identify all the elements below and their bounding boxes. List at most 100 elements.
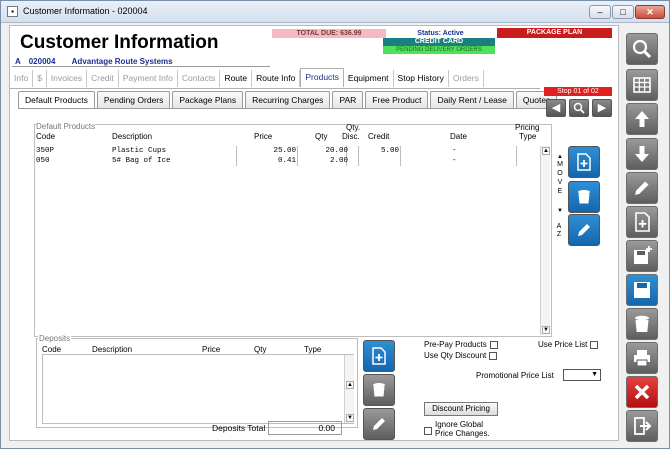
save-button[interactable] <box>626 274 658 306</box>
add-deposit-button[interactable] <box>363 340 395 372</box>
delete-product-button[interactable] <box>568 181 600 213</box>
search-button[interactable] <box>626 33 658 65</box>
use-price-list-checkbox[interactable] <box>590 340 599 349</box>
prepay-checkbox[interactable] <box>489 340 498 349</box>
customer-account: 020004 <box>28 57 56 66</box>
exit-button[interactable] <box>626 410 658 442</box>
sort-az-button[interactable]: AZ <box>554 223 564 239</box>
tab-orders[interactable]: Orders <box>449 70 484 87</box>
status-label: Status: Active <box>417 30 464 37</box>
arrow-left-icon: ◀ <box>551 102 561 114</box>
use-price-list-option[interactable]: Use Price List <box>538 340 599 349</box>
discount-pricing-button[interactable]: Discount Pricing <box>424 402 498 416</box>
subtab-par[interactable]: PAR <box>332 91 364 109</box>
tab-invoices[interactable]: Invoices <box>47 70 88 87</box>
chevron-down-icon: ▼ <box>591 371 598 378</box>
print-icon <box>634 350 650 367</box>
tab-stop-history[interactable]: Stop History <box>394 70 449 87</box>
col-credit: Credit <box>368 132 390 141</box>
subtab-default-products[interactable]: Default Products <box>18 91 95 109</box>
col-price: Price <box>254 132 273 141</box>
find-stop-button[interactable] <box>569 99 589 117</box>
col-date: Date <box>450 132 467 141</box>
products-scrollbar[interactable]: ▲ ▼ <box>540 146 550 335</box>
tab-products[interactable]: Products <box>300 68 344 87</box>
move-down-button[interactable] <box>626 138 658 170</box>
close-icon <box>634 384 650 400</box>
col-qty-disc-top: Qty. <box>346 123 361 132</box>
header-divider <box>12 66 270 67</box>
tab-info[interactable]: Info <box>10 70 34 87</box>
tab-contacts[interactable]: Contacts <box>178 70 221 87</box>
scroll-down-arrow[interactable]: ▼ <box>542 326 550 334</box>
edit-button[interactable] <box>626 172 658 204</box>
grid-view-button[interactable] <box>626 69 658 101</box>
trash-icon <box>578 190 590 204</box>
stop-indicator: Stop 01 of 02 <box>544 87 612 96</box>
new-document-icon <box>372 347 386 365</box>
edit-deposit-button[interactable] <box>363 408 395 440</box>
tab-route-info[interactable]: Route Info <box>252 70 301 87</box>
deposits-scrollbar[interactable]: ▲ ▼ <box>344 355 354 423</box>
subtab-pending-orders[interactable]: Pending Orders <box>96 91 171 109</box>
tab-dollar[interactable]: $ <box>33 70 47 87</box>
deposits-legend: Deposits <box>38 334 72 343</box>
row-credit: 5.00 <box>380 147 399 155</box>
new-document-icon <box>577 153 591 171</box>
arrow-right-icon: ▶ <box>597 102 607 114</box>
row-qty: 20.00 <box>325 147 348 155</box>
tab-payment-info[interactable]: Payment Info <box>119 70 178 87</box>
search-icon <box>573 102 585 114</box>
col-pricing-type-top: Pricing <box>515 123 540 132</box>
sort-az-text: AZ <box>556 223 562 238</box>
arrow-up-icon <box>635 111 649 127</box>
col-qty: Qty <box>315 132 328 141</box>
delete-deposit-button[interactable] <box>363 374 395 406</box>
pending-orders-badge: PENDING DELIVERY ORDERS <box>383 46 495 54</box>
customer-id-line: A 020004 Advantage Route Systems <box>15 57 173 66</box>
save-icon <box>634 282 650 298</box>
save-new-button[interactable] <box>626 240 658 272</box>
move-up-button[interactable] <box>626 103 658 135</box>
top-tabs: Info $ Invoices Credit Payment Info Cont… <box>10 68 484 87</box>
tab-credit[interactable]: Credit <box>87 70 119 87</box>
new-record-button[interactable] <box>626 206 658 238</box>
credit-card-badge: CREDIT CARD <box>383 38 495 46</box>
table-row[interactable]: 050 5# Bag of Ice 0.41 2.00 - <box>36 157 542 166</box>
prepay-option[interactable]: Pre-Pay Products <box>424 340 498 349</box>
col-description: Description <box>112 132 153 141</box>
edit-product-button[interactable] <box>568 214 600 246</box>
deposits-list[interactable] <box>42 354 354 424</box>
tab-route[interactable]: Route <box>220 70 253 87</box>
add-product-button[interactable] <box>568 146 600 178</box>
subtab-free-product[interactable]: Free Product <box>365 91 429 109</box>
deposits-total-label: Deposits Total <box>212 423 266 433</box>
print-button[interactable] <box>626 342 658 374</box>
arrow-down-icon <box>635 146 649 162</box>
app-icon[interactable]: ▪ <box>7 6 18 17</box>
subtab-recurring-charges[interactable]: Recurring Charges <box>245 91 331 109</box>
delete-button[interactable] <box>626 308 658 340</box>
use-qty-discount-checkbox[interactable] <box>489 351 498 360</box>
customer-info-window: ▪ Customer Information - 020004 – □ ✕ Cu… <box>0 0 670 449</box>
table-row[interactable]: 350P Plastic Cups 25.00 20.00 5.00 - <box>36 147 542 156</box>
scroll-up-arrow[interactable]: ▲ <box>346 381 354 389</box>
col-qty-disc-bottom: Disc. <box>342 132 360 141</box>
next-stop-button[interactable]: ▶ <box>592 99 612 117</box>
ignore-global-price-checkbox[interactable] <box>424 427 432 435</box>
close-window-button[interactable]: ✕ <box>635 5 665 19</box>
maximize-button[interactable]: □ <box>612 5 634 19</box>
scroll-down-arrow[interactable]: ▼ <box>346 414 354 422</box>
subtab-package-plans[interactable]: Package Plans <box>172 91 244 109</box>
move-down-icon[interactable]: ▼ <box>556 208 564 216</box>
grid-icon <box>633 77 651 93</box>
promo-price-list-select[interactable]: ▼ <box>563 369 601 381</box>
scroll-up-arrow[interactable]: ▲ <box>542 147 550 155</box>
tab-equipment[interactable]: Equipment <box>344 70 394 87</box>
prev-stop-button[interactable]: ◀ <box>546 99 566 117</box>
row-qty: 2.00 <box>329 157 348 165</box>
minimize-button[interactable]: – <box>589 5 611 19</box>
use-qty-discount-option[interactable]: Use Qty Discount <box>424 351 498 360</box>
subtab-daily-rent-lease[interactable]: Daily Rent / Lease <box>430 91 514 109</box>
cancel-button[interactable] <box>626 376 658 408</box>
